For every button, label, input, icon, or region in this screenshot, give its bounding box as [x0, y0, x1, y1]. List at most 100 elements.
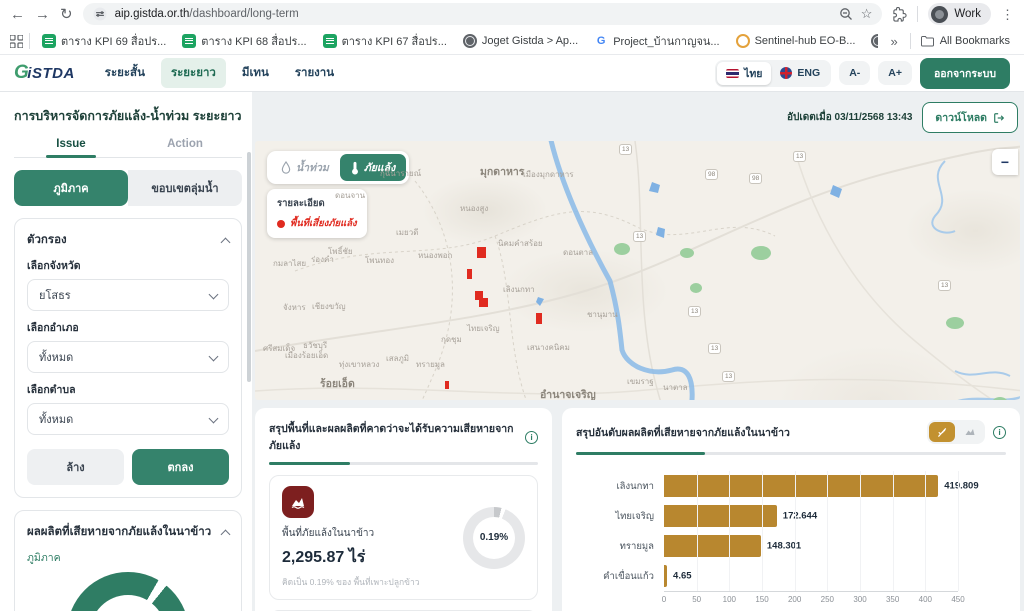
sheets-favicon-icon: [42, 34, 56, 48]
extensions-icon[interactable]: [892, 7, 907, 22]
gistda-logo[interactable]: GiSTDA: [14, 62, 75, 84]
avatar: [931, 6, 948, 23]
drought-area-value: 2,295.87 ไร่: [282, 545, 453, 570]
bar-chart: เลิงนกทา419.809ไทยเจริญ172.644ทรายมูล148…: [576, 465, 1006, 607]
profile-button[interactable]: Work: [928, 3, 991, 25]
risk-dot-icon: [277, 220, 285, 228]
nav-right-controls: ไทย ENG A- A+ ออกจากระบบ: [715, 58, 1010, 89]
info-icon[interactable]: i: [993, 426, 1006, 439]
back-button[interactable]: ←: [10, 7, 25, 22]
url-host: aip.gistda.or.th: [115, 8, 190, 20]
font-decrease-button[interactable]: A-: [839, 61, 870, 85]
nav-item-ระยะยาว[interactable]: ระยะยาว: [161, 58, 226, 88]
uk-flag-icon: [780, 67, 792, 79]
thermometer-icon: [351, 161, 359, 175]
reload-button[interactable]: ↻: [60, 7, 73, 22]
map-place-label: ทุ่งเขาหลวง: [339, 358, 379, 371]
nav-item-ระยะสั้น[interactable]: ระยะสั้น: [95, 58, 155, 88]
tab-action[interactable]: Action: [128, 138, 242, 157]
content-header: อัปเดตเมื่อ 03/11/2568 13:43 ดาวน์โหลด: [255, 98, 1020, 141]
bookmark-item[interactable]: ตาราง KPI 68 สื่อปร...: [176, 29, 312, 53]
download-button[interactable]: ดาวน์โหลด: [922, 102, 1018, 133]
gridline: [893, 471, 894, 591]
area-metric-button[interactable]: [957, 422, 983, 442]
bar[interactable]: [664, 475, 938, 497]
collapse-chevron-icon: [221, 529, 231, 539]
mode-basin-button[interactable]: ขอบเขตลุ่มน้ำ: [128, 170, 242, 206]
lang-thai-label: ไทย: [744, 65, 762, 82]
bookmark-item[interactable]: ตาราง KPI 67 สื่อปร...: [317, 29, 453, 53]
gridline: [958, 471, 959, 591]
browser-menu-button[interactable]: ⋮: [1001, 8, 1014, 21]
production-metric-button[interactable]: [929, 422, 955, 442]
nav-item-รายงาน[interactable]: รายงาน: [285, 58, 344, 88]
drought-risk-zone[interactable]: [536, 313, 542, 324]
toolbar-divider: [917, 6, 918, 22]
district-label: เลือกอำเภอ: [27, 319, 229, 336]
app-navbar: GiSTDA ระยะสั้นระยะยาวมีเทนรายงาน ไทย EN…: [0, 55, 1024, 92]
bookmark-item[interactable]: GProject_บ้านกาญจน...: [588, 29, 725, 53]
lang-thai-button[interactable]: ไทย: [717, 62, 771, 85]
submit-button[interactable]: ตกลง: [132, 449, 229, 485]
road-shield: 13: [688, 306, 701, 317]
bar[interactable]: [664, 505, 777, 527]
axis-tick-label: 150: [755, 595, 768, 604]
nav-item-มีเทน[interactable]: มีเทน: [232, 58, 279, 88]
map[interactable]: น้ำท่วม ภัยแล้ง รายละเอียด พื้นที่เสี่ยง…: [255, 141, 1020, 400]
bookmark-item[interactable]: Sentinel-hub EO-B...: [730, 31, 862, 51]
font-increase-button[interactable]: A+: [878, 61, 912, 85]
forward-button[interactable]: →: [35, 7, 50, 22]
damage-donut-wrap: ภัยแล้ง: [27, 572, 229, 611]
bar-row: เลิงนกทา419.809: [576, 471, 958, 501]
site-settings-icon[interactable]: [93, 7, 107, 21]
map-place-label: เสนางคนิคม: [527, 341, 570, 354]
subdistrict-select[interactable]: ทั้งหมด: [27, 403, 229, 435]
filter-header[interactable]: ตัวกรอง: [27, 231, 229, 249]
map-place-label: ธวัชบุรี: [303, 339, 327, 352]
bookmarks-overflow-button[interactable]: »: [884, 34, 903, 49]
lang-english-button[interactable]: ENG: [771, 62, 829, 85]
logout-button[interactable]: ออกจากระบบ: [920, 58, 1010, 89]
drought-risk-zone[interactable]: [479, 298, 488, 307]
map-place-label: นาตาล: [663, 381, 688, 394]
drought-risk-zone[interactable]: [467, 269, 472, 279]
drought-risk-zone[interactable]: [477, 247, 486, 258]
bar[interactable]: [664, 565, 667, 587]
bookmarks-divider-2: [910, 33, 911, 49]
gridline: [795, 471, 796, 591]
card-progress-underline: [576, 452, 1006, 455]
map-place-label: กมลาไสย: [273, 257, 306, 270]
map-place-label: ดอนตาล: [563, 246, 593, 259]
zoom-out-page-icon[interactable]: [839, 7, 853, 21]
filter-panel: ตัวกรอง เลือกจังหวัด ยโสธร เลือกอำเภอ ทั…: [14, 218, 242, 498]
drought-risk-zone[interactable]: [445, 381, 449, 389]
info-icon[interactable]: i: [525, 431, 538, 444]
all-bookmarks-button[interactable]: All Bookmarks: [917, 35, 1014, 47]
apps-grid-icon[interactable]: [10, 35, 23, 48]
address-bar[interactable]: aip.gistda.or.th/dashboard/long-term ☆: [83, 3, 883, 25]
sidebar-scrollbar[interactable]: [247, 152, 251, 382]
cards-row: สรุปพื้นที่และผลผลิตที่คาดว่าจะได้รับควา…: [255, 408, 1020, 611]
map-place-label: ทรายมูล: [416, 358, 445, 371]
map-place-label: เขมราฐ: [627, 375, 654, 388]
damage-header[interactable]: ผลผลิตที่เสียหายจากภัยแล้งในนาข้าว: [27, 523, 229, 541]
province-select[interactable]: ยโสธร: [27, 279, 229, 311]
drought-area-label: พื้นที่ภัยแล้งในนาข้าว: [282, 526, 453, 541]
district-select[interactable]: ทั้งหมด: [27, 341, 229, 373]
damage-donut-chart[interactable]: ภัยแล้ง: [67, 572, 189, 611]
bookmark-star-icon[interactable]: ☆: [861, 6, 873, 22]
tab-issue[interactable]: Issue: [14, 138, 128, 157]
mode-region-button[interactable]: ภูมิภาค: [14, 170, 128, 206]
bookmark-item[interactable]: ตาราง KPI 69 สื่อปร...: [36, 29, 172, 53]
province-value: ยโสธร: [39, 286, 71, 304]
map-zoom-out-button[interactable]: −: [992, 149, 1018, 175]
gauge-label: 0.19%: [473, 517, 515, 559]
flood-layer-button[interactable]: น้ำท่วม: [270, 154, 340, 181]
clear-button[interactable]: ล้าง: [27, 449, 124, 485]
logo-text: iSTDA: [27, 65, 75, 82]
bookmark-label: ตาราง KPI 69 สื่อปร...: [61, 32, 166, 50]
bookmark-item[interactable]: [865, 31, 878, 51]
bookmark-item[interactable]: Joget Gistda > Ap...: [457, 31, 584, 51]
updated-timestamp: อัปเดตเมื่อ 03/11/2568 13:43: [787, 110, 912, 125]
bar[interactable]: [664, 535, 761, 557]
